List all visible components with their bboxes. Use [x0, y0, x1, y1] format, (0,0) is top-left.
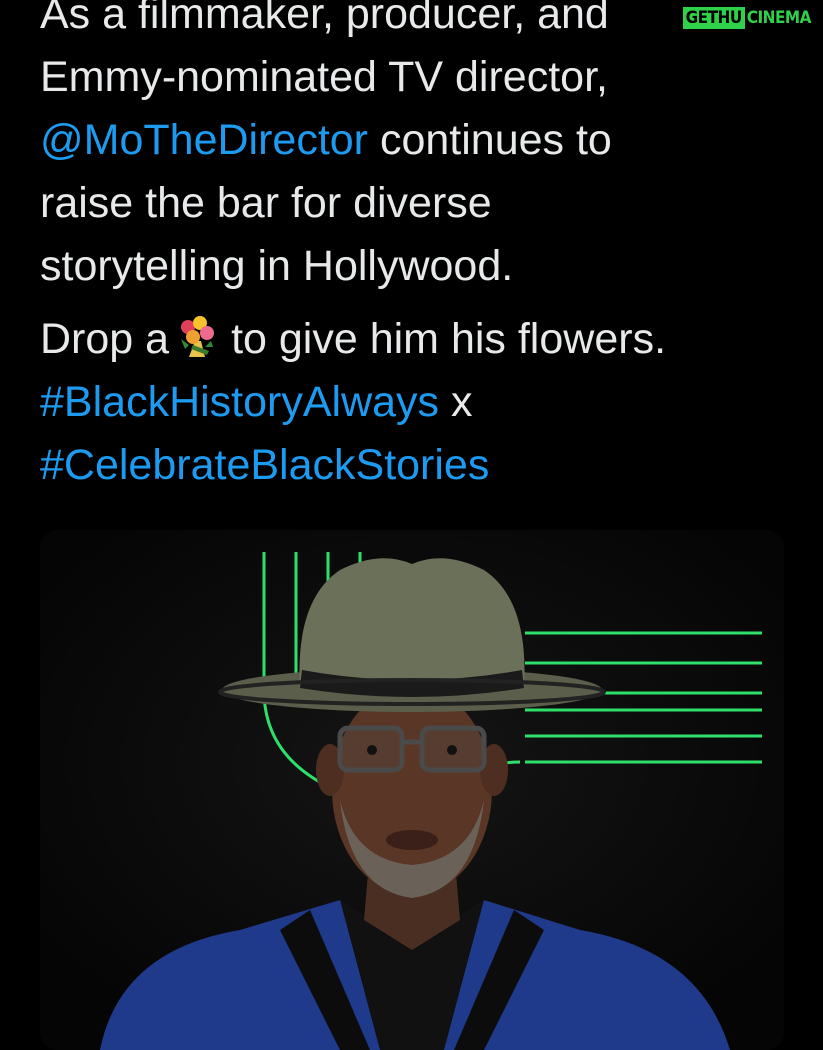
drop-prefix: Drop a: [40, 315, 170, 363]
tweet-media-image[interactable]: [40, 530, 784, 1050]
bouquet-emoji-icon: [181, 316, 215, 357]
portrait-photo: [40, 530, 784, 1050]
tweet-line-3: continues to: [368, 116, 612, 164]
drop-suffix: to give him his flowers.: [231, 315, 667, 363]
tweet-line-1: As a filmmaker, producer, and: [40, 0, 609, 38]
tweet-paragraph-2: Drop a to give him his flowers. #BlackHi…: [40, 308, 800, 497]
tweet-line-5: storytelling in Hollywood.: [40, 242, 514, 290]
hashtag-separator: x: [439, 378, 473, 426]
hashtag-black-history-always[interactable]: #BlackHistoryAlways: [40, 378, 439, 426]
tweet-paragraph-1: As a filmmaker, producer, and Emmy-nomin…: [40, 0, 800, 298]
tweet-text: As a filmmaker, producer, and Emmy-nomin…: [40, 0, 800, 497]
mention-link[interactable]: @MoTheDirector: [40, 116, 368, 164]
hashtag-celebrate-black-stories[interactable]: #CelebrateBlackStories: [40, 441, 489, 489]
tweet-line-2: Emmy-nominated TV director,: [40, 53, 608, 101]
tweet-line-4: raise the bar for diverse: [40, 179, 492, 227]
